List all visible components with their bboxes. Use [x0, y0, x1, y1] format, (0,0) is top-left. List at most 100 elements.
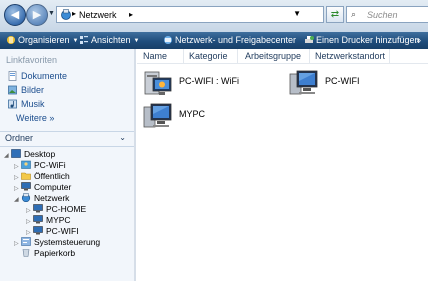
tree-item-netzwerk[interactable]: ◢ Netzwerk — [14, 193, 69, 204]
tree-item-papierkorb[interactable]: Papierkorb — [21, 248, 75, 259]
desktop-icon — [11, 149, 21, 158]
add-printer-button[interactable]: Einen Drucker hinzufügen — [304, 35, 420, 45]
column-name[interactable]: Name — [143, 51, 167, 61]
collapsed-arrow-icon[interactable]: ▷ — [14, 174, 21, 181]
network-icon — [61, 9, 71, 20]
column-header-row: Name Kategorie Arbeitsgruppe Netzwerksta… — [137, 49, 428, 64]
favorite-music-label: Musik — [21, 99, 45, 109]
forward-button[interactable]: ▶ — [26, 4, 48, 26]
views-button[interactable]: Ansichten ▼ — [79, 35, 139, 45]
tree-item-label: PC-WiFi — [34, 160, 66, 170]
network-item-mypc[interactable]: MYPC — [143, 101, 233, 131]
favorites-header: Linkfavoriten — [6, 55, 58, 65]
folders-header[interactable]: Ordner ⌄ — [0, 131, 134, 147]
tree-item-label: Öffentlich — [34, 171, 70, 181]
collapsed-arrow-icon[interactable]: ▷ — [26, 229, 33, 236]
column-network-location[interactable]: Netzwerkstandort — [315, 51, 385, 61]
tree-item-pc-home[interactable]: ▷ PC-HOME — [26, 204, 86, 215]
documents-icon — [8, 71, 17, 81]
tree-item-pc-wifi-network[interactable]: ▷ PC-WIFI — [26, 226, 79, 237]
address-dropdown-icon[interactable]: ▼ — [293, 9, 301, 18]
computer-icon — [143, 103, 172, 128]
media-computer-icon — [144, 71, 172, 95]
network-item-label: PC-WIFI : WiFi — [179, 76, 239, 86]
views-icon — [80, 36, 88, 44]
favorite-documents[interactable]: Dokumente — [8, 71, 67, 81]
network-item-label: MYPC — [179, 109, 206, 119]
address-field[interactable]: ▸ Netzwerk ▸ ▼ — [56, 6, 324, 23]
music-icon — [8, 99, 17, 109]
computer-icon — [33, 215, 43, 224]
tree-item-label: Desktop — [24, 149, 56, 159]
expanded-arrow-icon[interactable]: ◢ — [14, 196, 21, 203]
add-printer-label: Einen Drucker hinzufügen — [316, 35, 420, 45]
printer-icon — [305, 36, 314, 43]
tree-item-mypc[interactable]: ▷ MYPC — [26, 215, 71, 226]
folder-icon — [21, 172, 31, 180]
pictures-icon — [8, 85, 17, 95]
favorite-pictures-label: Bilder — [21, 85, 45, 95]
address-bar-area: ◀ ▶ ▼ ▸ Netzwerk ▸ ▼ ⇄ ⌕ Suchen — [0, 0, 428, 32]
pane-splitter[interactable] — [134, 49, 136, 281]
collapsed-arrow-icon[interactable]: ▷ — [26, 218, 33, 225]
network-item-pc-wifi[interactable]: PC-WIFI — [289, 68, 369, 98]
tree-item-desktop[interactable]: ◢ Desktop — [4, 149, 55, 160]
recycle-bin-icon — [22, 249, 30, 257]
collapsed-arrow-icon[interactable]: ▷ — [14, 240, 21, 247]
expanded-arrow-icon[interactable]: ◢ — [4, 152, 11, 159]
chevron-down-icon[interactable]: ⌄ — [119, 133, 126, 142]
organize-icon — [7, 36, 15, 44]
favorite-documents-label: Dokumente — [21, 71, 68, 81]
tree-item-computer[interactable]: ▷ Computer — [14, 182, 71, 193]
back-button[interactable]: ◀ — [4, 4, 26, 26]
breadcrumb-netzwerk[interactable]: Netzwerk — [79, 10, 117, 20]
network-center-label: Netzwerk- und Freigabecenter — [175, 35, 297, 45]
column-category[interactable]: Kategorie — [189, 51, 228, 61]
views-label: Ansichten — [91, 35, 131, 45]
column-divider[interactable] — [237, 49, 238, 63]
command-toolbar: Organisieren ▼ Ansichten ▼ Netzwerk- und F… — [0, 32, 428, 49]
more-favorites-link[interactable]: Weitere » — [16, 113, 54, 123]
search-input[interactable]: ⌕ Suchen — [346, 6, 428, 23]
recent-pages-dropdown[interactable]: ▼ — [48, 10, 55, 17]
collapsed-arrow-icon[interactable]: ▷ — [26, 207, 33, 214]
refresh-button[interactable]: ⇄ — [326, 6, 344, 23]
control-panel-icon — [21, 237, 31, 246]
network-center-button[interactable]: Netzwerk- und Freigabecenter — [163, 35, 296, 45]
tree-item-pc-wifi[interactable]: ▷ PC-WiFi — [14, 160, 66, 171]
tree-item-label: MYPC — [46, 215, 71, 225]
search-icon: ⌕ — [351, 9, 357, 19]
column-divider[interactable] — [389, 49, 390, 63]
column-workgroup[interactable]: Arbeitsgruppe — [245, 51, 301, 61]
tree-item-oeffentlich[interactable]: ▷ Öffentlich — [14, 171, 70, 182]
computer-icon — [21, 182, 31, 191]
column-divider[interactable] — [183, 49, 184, 63]
tree-item-label: Papierkorb — [34, 248, 76, 258]
tree-item-label: Netzwerk — [34, 193, 70, 203]
tree-item-label: Computer — [34, 182, 72, 192]
network-item-pc-wifi-media[interactable]: PC-WIFI : WiFi — [143, 68, 253, 98]
tree-item-label: PC-HOME — [46, 204, 87, 214]
favorite-pictures[interactable]: Bilder — [8, 85, 44, 95]
navigation-pane: Linkfavoriten Dokumente Bilder Musik Wei… — [0, 49, 134, 281]
organize-button[interactable]: Organisieren ▼ — [6, 35, 78, 45]
computer-icon — [289, 70, 318, 95]
network-icon — [21, 193, 31, 202]
folders-label: Ordner — [5, 133, 34, 143]
computer-icon — [33, 204, 43, 213]
tree-item-label: PC-WIFI — [46, 226, 79, 236]
chevron-down-icon: ▼ — [133, 38, 140, 44]
column-divider[interactable] — [309, 49, 310, 63]
network-center-icon — [164, 36, 172, 44]
tree-item-label: Systemsteuerung — [34, 237, 101, 247]
search-placeholder: Suchen — [367, 10, 398, 20]
tree-item-systemsteuerung[interactable]: ▷ Systemsteuerung — [14, 237, 100, 248]
chevron-down-icon: ▼ — [72, 38, 79, 44]
more-commands-button[interactable]: » — [416, 35, 421, 45]
collapsed-arrow-icon[interactable]: ▷ — [14, 163, 21, 170]
breadcrumb-chevron-icon[interactable]: ▸ — [72, 9, 76, 18]
favorite-music[interactable]: Musik — [8, 99, 45, 109]
collapsed-arrow-icon[interactable]: ▷ — [14, 185, 21, 192]
network-item-label: PC-WIFI — [325, 76, 360, 86]
breadcrumb-chevron-icon[interactable]: ▸ — [129, 10, 133, 19]
